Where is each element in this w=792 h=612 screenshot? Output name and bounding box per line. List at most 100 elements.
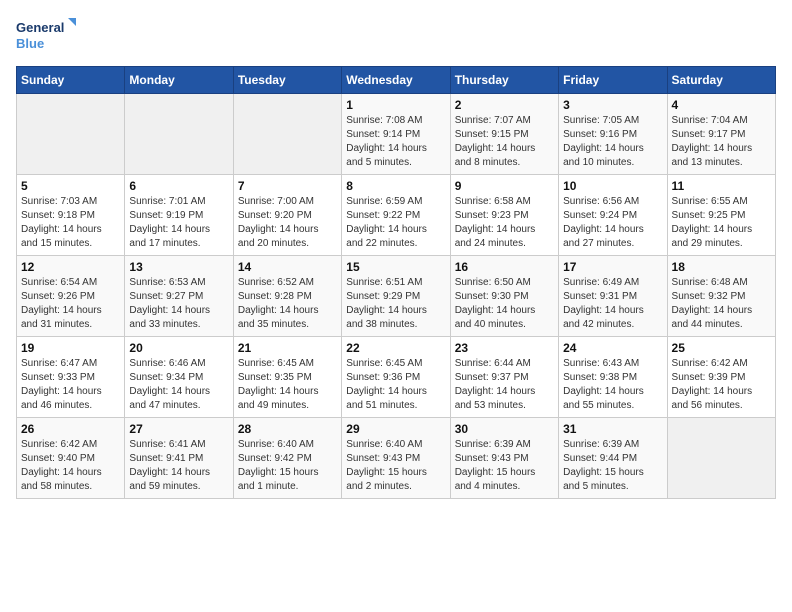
day-number: 21 [238, 341, 337, 355]
calendar-cell: 17 Sunrise: 6:49 AM Sunset: 9:31 PM Dayli… [559, 256, 667, 337]
calendar-cell [17, 94, 125, 175]
day-number: 28 [238, 422, 337, 436]
day-info: Sunrise: 6:48 AM Sunset: 9:32 PM Dayligh… [672, 276, 771, 332]
calendar-cell: 22 Sunrise: 6:45 AM Sunset: 9:36 PM Dayli… [342, 337, 450, 418]
day-info: Sunrise: 6:43 AM Sunset: 9:38 PM Dayligh… [563, 357, 662, 413]
day-header-wednesday: Wednesday [342, 67, 450, 94]
day-number: 24 [563, 341, 662, 355]
day-header-thursday: Thursday [450, 67, 558, 94]
header: General Blue [16, 16, 776, 56]
calendar-cell: 26 Sunrise: 6:42 AM Sunset: 9:40 PM Dayli… [17, 418, 125, 499]
calendar-cell: 13 Sunrise: 6:53 AM Sunset: 9:27 PM Dayli… [125, 256, 233, 337]
calendar-cell: 8Sunrise: 6:59 AM Sunset: 9:22 PM Daylig… [342, 175, 450, 256]
day-info: Sunrise: 6:42 AM Sunset: 9:40 PM Dayligh… [21, 438, 120, 494]
day-info: Sunrise: 6:46 AM Sunset: 9:34 PM Dayligh… [129, 357, 228, 413]
day-info: Sunrise: 6:39 AM Sunset: 9:44 PM Dayligh… [563, 438, 662, 494]
day-number: 27 [129, 422, 228, 436]
calendar-cell: 19Sunrise: 6:47 AM Sunset: 9:33 PM Dayli… [17, 337, 125, 418]
day-number: 23 [455, 341, 554, 355]
calendar-cell: 7 Sunrise: 7:00 AM Sunset: 9:20 PM Daylig… [233, 175, 341, 256]
calendar-cell: 23 Sunrise: 6:44 AM Sunset: 9:37 PM Dayli… [450, 337, 558, 418]
day-info: Sunrise: 6:50 AM Sunset: 9:30 PM Dayligh… [455, 276, 554, 332]
day-header-saturday: Saturday [667, 67, 775, 94]
day-number: 19 [21, 341, 120, 355]
day-number: 31 [563, 422, 662, 436]
calendar-week-1: 1 Sunrise: 7:08 AM Sunset: 9:14 PM Daylig… [17, 94, 776, 175]
day-number: 11 [672, 179, 771, 193]
day-header-friday: Friday [559, 67, 667, 94]
day-info: Sunrise: 7:03 AM Sunset: 9:18 PM Dayligh… [21, 195, 120, 251]
day-info: Sunrise: 7:04 AM Sunset: 9:17 PM Dayligh… [672, 114, 771, 170]
calendar-cell: 30 Sunrise: 6:39 AM Sunset: 9:43 PM Dayli… [450, 418, 558, 499]
day-header-tuesday: Tuesday [233, 67, 341, 94]
day-number: 17 [563, 260, 662, 274]
day-number: 7 [238, 179, 337, 193]
calendar-cell: 12Sunrise: 6:54 AM Sunset: 9:26 PM Dayli… [17, 256, 125, 337]
day-info: Sunrise: 7:01 AM Sunset: 9:19 PM Dayligh… [129, 195, 228, 251]
day-header-sunday: Sunday [17, 67, 125, 94]
logo-svg: General Blue [16, 16, 76, 56]
calendar-cell: 5 Sunrise: 7:03 AM Sunset: 9:18 PM Daylig… [17, 175, 125, 256]
day-info: Sunrise: 6:41 AM Sunset: 9:41 PM Dayligh… [129, 438, 228, 494]
calendar-cell: 10Sunrise: 6:56 AM Sunset: 9:24 PM Dayli… [559, 175, 667, 256]
day-info: Sunrise: 7:05 AM Sunset: 9:16 PM Dayligh… [563, 114, 662, 170]
day-number: 13 [129, 260, 228, 274]
day-info: Sunrise: 6:42 AM Sunset: 9:39 PM Dayligh… [672, 357, 771, 413]
calendar-cell: 4 Sunrise: 7:04 AM Sunset: 9:17 PM Daylig… [667, 94, 775, 175]
day-number: 16 [455, 260, 554, 274]
day-info: Sunrise: 6:39 AM Sunset: 9:43 PM Dayligh… [455, 438, 554, 494]
day-info: Sunrise: 7:08 AM Sunset: 9:14 PM Dayligh… [346, 114, 445, 170]
calendar-cell [125, 94, 233, 175]
day-number: 2 [455, 98, 554, 112]
day-number: 6 [129, 179, 228, 193]
calendar-cell [233, 94, 341, 175]
calendar-cell: 27 Sunrise: 6:41 AM Sunset: 9:41 PM Dayli… [125, 418, 233, 499]
day-number: 15 [346, 260, 445, 274]
calendar-cell: 14 Sunrise: 6:52 AM Sunset: 9:28 PM Dayli… [233, 256, 341, 337]
calendar-cell: 15Sunrise: 6:51 AM Sunset: 9:29 PM Dayli… [342, 256, 450, 337]
day-number: 12 [21, 260, 120, 274]
calendar-cell: 3 Sunrise: 7:05 AM Sunset: 9:16 PM Daylig… [559, 94, 667, 175]
day-number: 8 [346, 179, 445, 193]
calendar-cell: 2 Sunrise: 7:07 AM Sunset: 9:15 PM Daylig… [450, 94, 558, 175]
calendar-table: SundayMondayTuesdayWednesdayThursdayFrid… [16, 66, 776, 499]
day-number: 4 [672, 98, 771, 112]
calendar-cell [667, 418, 775, 499]
day-info: Sunrise: 6:45 AM Sunset: 9:35 PM Dayligh… [238, 357, 337, 413]
logo: General Blue [16, 16, 76, 56]
day-info: Sunrise: 6:58 AM Sunset: 9:23 PM Dayligh… [455, 195, 554, 251]
calendar-cell: 25Sunrise: 6:42 AM Sunset: 9:39 PM Dayli… [667, 337, 775, 418]
svg-text:Blue: Blue [16, 36, 44, 51]
day-number: 10 [563, 179, 662, 193]
calendar-cell: 20Sunrise: 6:46 AM Sunset: 9:34 PM Dayli… [125, 337, 233, 418]
day-number: 14 [238, 260, 337, 274]
calendar-week-5: 26 Sunrise: 6:42 AM Sunset: 9:40 PM Dayli… [17, 418, 776, 499]
day-number: 29 [346, 422, 445, 436]
svg-text:General: General [16, 20, 64, 35]
day-number: 30 [455, 422, 554, 436]
day-number: 22 [346, 341, 445, 355]
day-info: Sunrise: 6:40 AM Sunset: 9:43 PM Dayligh… [346, 438, 445, 494]
day-info: Sunrise: 7:07 AM Sunset: 9:15 PM Dayligh… [455, 114, 554, 170]
calendar-week-3: 12Sunrise: 6:54 AM Sunset: 9:26 PM Dayli… [17, 256, 776, 337]
calendar-cell: 29 Sunrise: 6:40 AM Sunset: 9:43 PM Dayli… [342, 418, 450, 499]
calendar-cell: 18 Sunrise: 6:48 AM Sunset: 9:32 PM Dayli… [667, 256, 775, 337]
day-info: Sunrise: 6:49 AM Sunset: 9:31 PM Dayligh… [563, 276, 662, 332]
day-info: Sunrise: 6:52 AM Sunset: 9:28 PM Dayligh… [238, 276, 337, 332]
day-number: 5 [21, 179, 120, 193]
day-number: 1 [346, 98, 445, 112]
day-info: Sunrise: 7:00 AM Sunset: 9:20 PM Dayligh… [238, 195, 337, 251]
day-info: Sunrise: 6:45 AM Sunset: 9:36 PM Dayligh… [346, 357, 445, 413]
calendar-cell: 1 Sunrise: 7:08 AM Sunset: 9:14 PM Daylig… [342, 94, 450, 175]
day-number: 18 [672, 260, 771, 274]
calendar-header-row: SundayMondayTuesdayWednesdayThursdayFrid… [17, 67, 776, 94]
day-number: 3 [563, 98, 662, 112]
calendar-cell: 9 Sunrise: 6:58 AM Sunset: 9:23 PM Daylig… [450, 175, 558, 256]
calendar-week-4: 19Sunrise: 6:47 AM Sunset: 9:33 PM Dayli… [17, 337, 776, 418]
day-info: Sunrise: 6:55 AM Sunset: 9:25 PM Dayligh… [672, 195, 771, 251]
day-info: Sunrise: 6:44 AM Sunset: 9:37 PM Dayligh… [455, 357, 554, 413]
day-info: Sunrise: 6:53 AM Sunset: 9:27 PM Dayligh… [129, 276, 228, 332]
calendar-cell: 11 Sunrise: 6:55 AM Sunset: 9:25 PM Dayli… [667, 175, 775, 256]
day-number: 9 [455, 179, 554, 193]
day-number: 26 [21, 422, 120, 436]
